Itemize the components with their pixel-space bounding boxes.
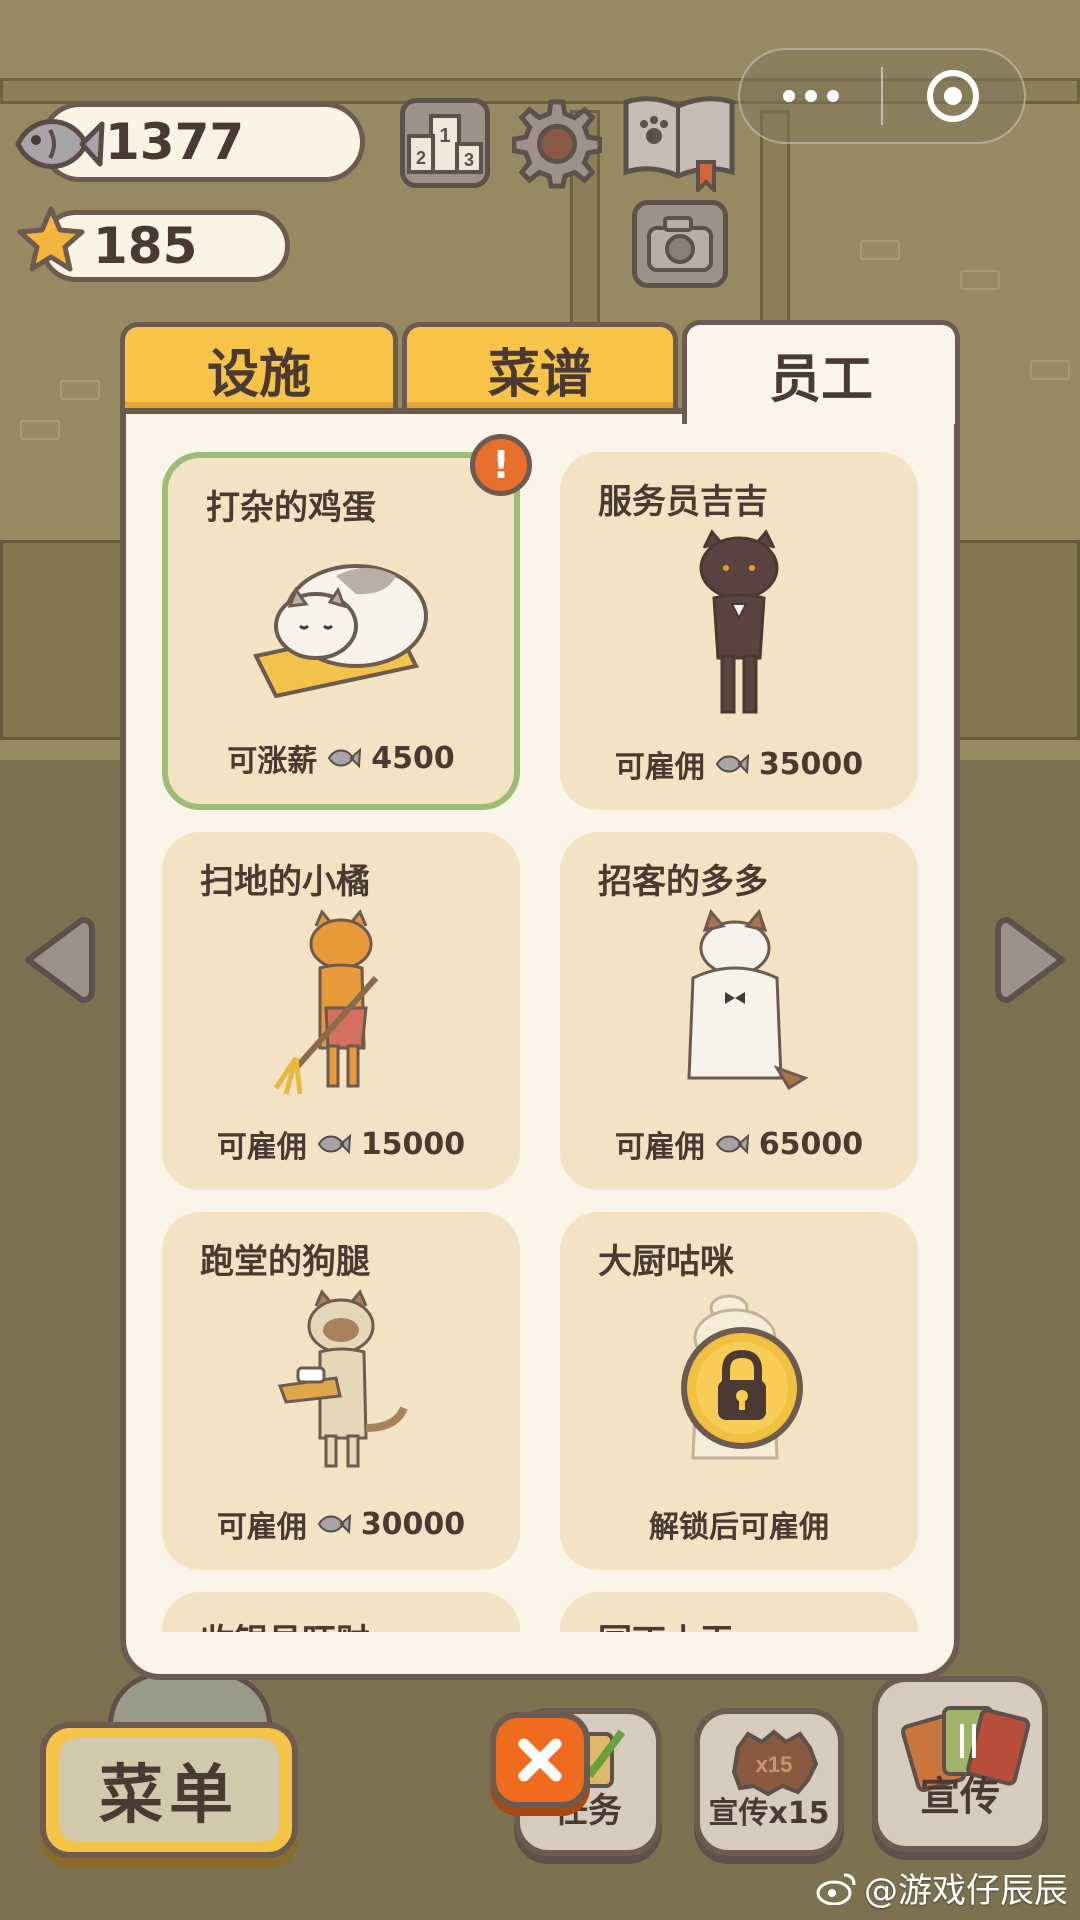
weibo-watermark: @游戏仔辰辰 (816, 1863, 1068, 1912)
settings-button[interactable] (512, 98, 602, 189)
star-count: 185 (93, 217, 198, 275)
staff-grid: 打杂的鸡蛋 可涨薪 4500 服务员吉吉 可雇佣 35000 扫地的小橘 可雇佣… (162, 452, 918, 1632)
staff-status: 可雇佣 (614, 1130, 705, 1165)
menu-button[interactable]: 菜单 (40, 1722, 298, 1858)
fish-icon (317, 1133, 351, 1155)
staff-price: 4500 (371, 740, 455, 776)
promote-label: 宣传 (920, 1774, 1000, 1820)
close-panel-button[interactable] (490, 1712, 590, 1808)
wall-brick (60, 380, 100, 400)
fish-icon (317, 1513, 351, 1535)
promote-x15-button[interactable]: x15 宣传x15 (694, 1708, 844, 1856)
cat-runner-illustration (277, 1289, 408, 1468)
staff-status: 可雇佣 (216, 1510, 307, 1545)
gear-icon (512, 99, 602, 189)
staff-card-goutui[interactable]: 跑堂的狗腿 可雇佣 30000 (162, 1212, 520, 1570)
wall-brick (1030, 360, 1070, 380)
podium-digit: 1 (439, 125, 450, 147)
camera-icon (647, 216, 713, 272)
staff-price: 30000 (360, 1506, 466, 1542)
weibo-icon (816, 1873, 856, 1905)
prev-page-arrow[interactable] (18, 912, 98, 1008)
menu-label: 菜单 (59, 1738, 279, 1842)
star-icon (17, 206, 85, 272)
staff-panel: 打杂的鸡蛋 可涨薪 4500 服务员吉吉 可雇佣 35000 扫地的小橘 可雇佣… (120, 408, 960, 1680)
tab-label: 员工 (768, 350, 873, 410)
staff-name: 扫地的小橘 (200, 862, 370, 902)
tab-recipes[interactable]: 菜谱 (402, 322, 678, 412)
tab-label: 设施 (206, 345, 311, 405)
right-shelf (940, 540, 1080, 740)
staff-status: 可雇佣 (216, 1130, 307, 1165)
staff-status: 解锁后可雇佣 (649, 1510, 829, 1545)
staff-price: 15000 (360, 1126, 466, 1162)
tab-facilities[interactable]: 设施 (120, 322, 398, 412)
staff-name: 服务员吉吉 (598, 482, 768, 522)
close-miniprogram-button[interactable] (883, 70, 1024, 122)
alert-mark: ! (492, 443, 510, 487)
tab-label: 菜谱 (487, 345, 592, 405)
lock-icon (681, 1327, 803, 1449)
staff-card-xiaowang[interactable]: 园丁小王 (560, 1592, 918, 1632)
staff-price-row: 可涨薪 4500 (168, 736, 514, 780)
staff-name: 招客的多多 (598, 862, 768, 902)
watermark-text: @游戏仔辰辰 (864, 1871, 1068, 1911)
more-options-button[interactable] (740, 90, 881, 102)
staff-card-duoduo[interactable]: 招客的多多 可雇佣 65000 (560, 832, 918, 1190)
staff-card-jiji[interactable]: 服务员吉吉 可雇佣 35000 (560, 452, 918, 810)
staff-price: 35000 (758, 746, 864, 782)
staff-card-egg[interactable]: 打杂的鸡蛋 可涨薪 4500 (162, 452, 520, 810)
camera-button[interactable] (632, 200, 728, 288)
cat-egg-sleeping-illustration (253, 564, 428, 699)
miniprogram-capsule (738, 48, 1026, 144)
fish-icon (715, 753, 749, 775)
staff-name: 大厨咕咪 (598, 1242, 734, 1282)
fish-icon (715, 1133, 749, 1155)
staff-price-row: 可雇佣 30000 (162, 1502, 520, 1546)
staff-name: 园丁小王 (598, 1614, 734, 1632)
staff-price-row: 可雇佣 15000 (162, 1122, 520, 1166)
wall-brick (860, 240, 900, 260)
staff-status: 可雇佣 (614, 750, 705, 785)
staff-card-xiaoju[interactable]: 扫地的小橘 可雇佣 15000 (162, 832, 520, 1190)
staff-price-row: 解锁后可雇佣 (560, 1502, 918, 1546)
ranking-button[interactable]: 1 2 3 (400, 98, 490, 188)
staff-name: 打杂的鸡蛋 (206, 488, 376, 528)
podium-digit: 2 (416, 148, 426, 168)
cat-sweeper-illustration (273, 909, 379, 1095)
cat-album-button[interactable] (620, 92, 738, 192)
fish-icon (328, 747, 362, 769)
podium-icon: 1 2 3 (407, 114, 483, 174)
staff-card-wangcai[interactable]: 收银员旺财 (162, 1592, 520, 1632)
staff-price: 65000 (758, 1126, 864, 1162)
cat-greeter-illustration (687, 909, 809, 1091)
promote-button[interactable]: 宣传 (872, 1676, 1048, 1852)
staff-card-gumi[interactable]: 大厨咕咪 解锁后可雇佣 (560, 1212, 918, 1570)
staff-price-row: 可雇佣 65000 (560, 1122, 918, 1166)
left-shelf (0, 540, 140, 740)
wall-brick (960, 270, 1000, 290)
tab-staff[interactable]: 员工 (682, 320, 960, 424)
fish-count: 1377 (105, 113, 245, 171)
paw-book-icon (623, 96, 735, 192)
podium-digit: 3 (464, 150, 474, 170)
fish-icon (15, 119, 105, 169)
promo-badge-text: x15 (756, 1752, 793, 1777)
staff-name: 跑堂的狗腿 (200, 1242, 370, 1282)
wall-brick (20, 420, 60, 440)
target-icon (927, 70, 980, 122)
staff-status: 可涨薪 (227, 744, 318, 779)
staff-name: 收银员旺财 (200, 1614, 370, 1632)
promote-x15-label: 宣传x15 (708, 1796, 830, 1831)
next-page-arrow[interactable] (992, 912, 1072, 1008)
cat-waiter-illustration (699, 529, 779, 714)
upgrade-alert-badge: ! (470, 434, 532, 496)
close-icon (518, 1738, 562, 1782)
staff-price-row: 可雇佣 35000 (560, 742, 918, 786)
